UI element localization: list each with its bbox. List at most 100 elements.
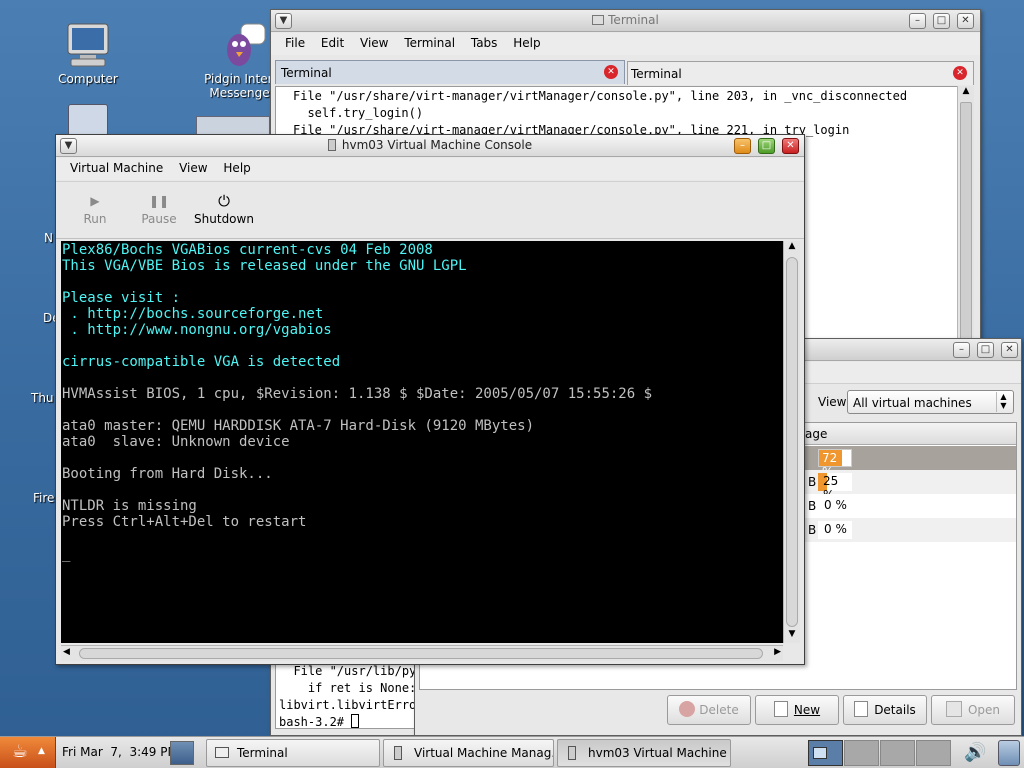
maximize-button[interactable]: □ [758, 138, 775, 154]
terminal-line: self.try_login() [293, 106, 424, 120]
workspace-3[interactable] [880, 740, 915, 766]
pause-button[interactable]: ❚❚ Pause [134, 190, 184, 226]
desktop-partial-label: Fire [33, 491, 55, 505]
details-button[interactable]: Details [843, 695, 927, 725]
usage-bar: 25 % [818, 473, 852, 502]
desktop-icon-partial-2 [196, 116, 270, 136]
computer-icon [65, 22, 111, 68]
minimize-button[interactable]: – [953, 342, 970, 358]
vm-console-titlebar[interactable]: ▼ hvm03 Virtual Machine Console – □ ✕ [56, 135, 804, 157]
workspace-1[interactable] [808, 740, 843, 766]
clock[interactable]: Fri Mar 7, 3:49 PM [62, 745, 178, 759]
vm-icon [568, 746, 576, 760]
terminal-menubar: File Edit View Terminal Tabs Help [271, 33, 980, 55]
show-desktop-button[interactable] [170, 741, 194, 765]
menu-virtual-machine[interactable]: Virtual Machine [64, 158, 169, 178]
desktop-icon-label: Computer [58, 72, 118, 86]
terminal-titlebar[interactable]: ▼ Terminal – □ ✕ [271, 10, 980, 32]
close-button[interactable]: ✕ [1001, 342, 1018, 358]
menu-tabs[interactable]: Tabs [465, 33, 504, 53]
scroll-thumb[interactable] [960, 102, 972, 342]
scroll-thumb[interactable] [79, 648, 763, 659]
vga-output: Plex86/Bochs VGABios current-cvs 04 Feb … [62, 242, 652, 562]
start-menu-button[interactable]: ☕ ▲ [0, 737, 56, 768]
run-button[interactable]: ▶ Run [70, 190, 120, 226]
workspace-window-preview [813, 747, 827, 759]
maximize-button[interactable]: □ [933, 13, 950, 29]
console-horizontal-scrollbar[interactable]: ◀ ▶ [61, 645, 783, 661]
tab-terminal-2[interactable]: Terminal ✕ [627, 61, 974, 85]
console-vertical-scrollbar[interactable]: ▲ ▼ [783, 241, 800, 643]
task-terminal[interactable]: Terminal [206, 739, 380, 767]
workspace-switcher[interactable] [808, 740, 952, 766]
open-button[interactable]: Open [931, 695, 1015, 725]
menu-view[interactable]: View [173, 158, 213, 178]
window-title: Terminal [271, 13, 980, 27]
vga-line [62, 402, 652, 418]
vga-line: Please visit : [62, 290, 181, 306]
maximize-button[interactable]: □ [977, 342, 994, 358]
desktop-icon-partial [68, 104, 108, 136]
desktop-partial-label: Thu [31, 391, 54, 405]
usage-bar: 0 % [818, 521, 852, 539]
cursor-block [351, 714, 360, 728]
volume-icon[interactable]: 🔊 [964, 742, 986, 763]
delete-button[interactable]: Delete [667, 695, 751, 725]
vga-line [62, 370, 652, 386]
vga-line [62, 274, 652, 290]
pidgin-icon [217, 22, 267, 68]
menu-terminal[interactable]: Terminal [398, 33, 461, 53]
vm-screen[interactable]: Plex86/Bochs VGABios current-cvs 04 Feb … [61, 241, 783, 643]
menu-help[interactable]: Help [507, 33, 546, 53]
view-filter-select[interactable]: All virtual machines ▲ ▼ [847, 390, 1014, 414]
select-arrows-icon: ▲ ▼ [996, 392, 1010, 412]
vga-line: _ [62, 546, 71, 562]
power-icon: ⏻ [218, 192, 230, 210]
menu-file[interactable]: File [279, 33, 311, 53]
scroll-up-arrow[interactable]: ▲ [958, 86, 974, 100]
scroll-down-arrow[interactable]: ▼ [784, 629, 800, 643]
minimize-button[interactable]: – [734, 138, 751, 154]
toolbar: ▶ Run ❚❚ Pause ⏻ Shutdown [56, 181, 804, 239]
menu-help[interactable]: Help [217, 158, 256, 178]
column-header-usage[interactable]: age [805, 427, 827, 441]
scroll-thumb[interactable] [786, 257, 798, 627]
details-icon [854, 701, 869, 717]
terminal-prompt: bash-3.2# [279, 714, 360, 728]
vga-line: Press Ctrl+Alt+Del to restart [62, 514, 307, 530]
shutdown-button[interactable]: ⏻ Shutdown [192, 190, 256, 226]
new-button[interactable]: New [755, 695, 839, 725]
pause-icon: ❚❚ [148, 194, 170, 208]
workspace-4[interactable] [916, 740, 951, 766]
scroll-left-arrow[interactable]: ◀ [63, 647, 70, 657]
terminal-icon [592, 15, 605, 25]
minimize-button[interactable]: – [909, 13, 926, 29]
vm-console-window[interactable]: ▼ hvm03 Virtual Machine Console – □ ✕ Vi… [55, 134, 805, 665]
tab-terminal-1[interactable]: Terminal ✕ [275, 60, 625, 84]
terminal-scrollbar[interactable]: ▲ [957, 86, 974, 346]
vga-line [62, 450, 652, 466]
menu-edit[interactable]: Edit [315, 33, 350, 53]
close-button[interactable]: ✕ [957, 13, 974, 29]
desktop-icon-computer[interactable]: Computer [42, 22, 134, 86]
chevron-up-icon: ▲ [38, 746, 45, 756]
workspace-2[interactable] [844, 740, 879, 766]
vga-line: ata0 master: QEMU HARDDISK ATA-7 Hard-Di… [62, 418, 535, 434]
vm-icon [327, 139, 336, 151]
window-title: hvm03 Virtual Machine Console [56, 138, 804, 152]
task-vm-console[interactable]: hvm03 Virtual Machine ... [557, 739, 731, 767]
trash-icon[interactable] [998, 740, 1020, 766]
vga-line: ata0 slave: Unknown device [62, 434, 290, 450]
vm-console-menubar: Virtual Machine View Help [56, 158, 804, 180]
close-button[interactable]: ✕ [782, 138, 799, 154]
vga-line [62, 530, 652, 546]
vga-line: . http://www.nongnu.org/vgabios [62, 322, 332, 338]
menu-view[interactable]: View [354, 33, 394, 53]
task-vm-manager[interactable]: Virtual Machine Manag... [383, 739, 554, 767]
scroll-up-arrow[interactable]: ▲ [784, 241, 800, 255]
close-tab-icon[interactable]: ✕ [953, 66, 967, 80]
close-tab-icon[interactable]: ✕ [604, 65, 618, 79]
scroll-right-arrow[interactable]: ▶ [774, 647, 781, 657]
delete-icon [679, 701, 696, 717]
vm-icon [394, 746, 402, 760]
